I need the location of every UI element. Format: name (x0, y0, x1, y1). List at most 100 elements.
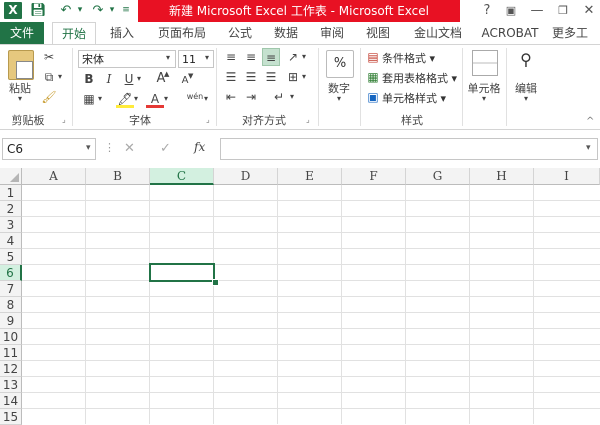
font-launcher-icon[interactable]: ⌟ (206, 116, 214, 124)
insert-function-icon[interactable]: fx (194, 140, 205, 154)
fill-color-dropdown-icon[interactable]: ▾ (134, 94, 138, 103)
tab-acrobat[interactable]: ACROBAT (478, 22, 542, 44)
align-left-icon[interactable]: ☰ (222, 68, 240, 86)
cells-dropdown-icon[interactable]: ▾ (478, 94, 490, 103)
row-header-7[interactable]: 7 (0, 281, 22, 297)
fill-handle[interactable] (212, 279, 219, 286)
clipboard-launcher-icon[interactable]: ⌟ (62, 116, 70, 124)
column-header-d[interactable]: D (214, 168, 278, 185)
borders-icon[interactable]: ▦ (80, 90, 98, 108)
name-box-dropdown-icon[interactable]: ▾ (86, 143, 91, 153)
borders-dropdown-icon[interactable]: ▾ (98, 94, 102, 103)
phonetic-guide-icon[interactable]: wén (184, 88, 206, 106)
fill-color-icon[interactable]: 🖊︎ (116, 90, 134, 108)
column-header-f[interactable]: F (342, 168, 406, 185)
decrease-indent-icon[interactable]: ⇤ (222, 88, 240, 106)
tab-jinshan[interactable]: 金山文档 (408, 22, 468, 44)
paste-icon[interactable] (8, 50, 34, 80)
column-header-b[interactable]: B (86, 168, 150, 185)
cell-styles-icon[interactable]: ▣ (364, 88, 382, 106)
merge-center-icon[interactable]: ⊞ (284, 68, 302, 86)
enter-icon[interactable]: ✓ (160, 141, 171, 156)
formula-input[interactable] (220, 138, 598, 160)
ribbon-display-icon[interactable]: ▣ (500, 1, 522, 21)
row-header-1[interactable]: 1 (0, 185, 22, 201)
font-color-dropdown-icon[interactable]: ▾ (164, 94, 168, 103)
italic-button[interactable]: I (100, 70, 118, 88)
tab-more[interactable]: 更多工 (552, 22, 600, 44)
editing-dropdown-icon[interactable]: ▾ (520, 94, 532, 103)
align-right-icon[interactable]: ☰ (262, 68, 280, 86)
name-box[interactable]: C6 (2, 138, 96, 160)
copy-icon[interactable]: ⧉ (40, 68, 58, 86)
format-as-table-icon[interactable]: ▦ (364, 68, 382, 86)
underline-dropdown-icon[interactable]: ▾ (137, 74, 141, 83)
customize-qat-icon[interactable]: ≡ (118, 2, 134, 19)
column-header-a[interactable]: A (22, 168, 86, 185)
copy-dropdown-icon[interactable]: ▾ (58, 72, 62, 81)
undo-dropdown-icon[interactable]: ▾ (72, 2, 88, 19)
column-header-e[interactable]: E (278, 168, 342, 185)
bold-button[interactable]: B (80, 70, 98, 88)
conditional-format-icon[interactable]: ▤ (364, 48, 382, 66)
cut-icon[interactable]: ✂ (40, 48, 58, 66)
underline-button[interactable]: U (120, 70, 138, 88)
row-header-10[interactable]: 10 (0, 329, 22, 345)
row-header-8[interactable]: 8 (0, 297, 22, 313)
orientation-icon[interactable]: ↗ (284, 48, 302, 66)
orientation-dropdown-icon[interactable]: ▾ (302, 52, 306, 61)
formula-bar-grip-icon[interactable]: ⋮ (104, 141, 115, 154)
minimize-icon[interactable]: — (526, 1, 548, 21)
wrap-dropdown-icon[interactable]: ▾ (290, 92, 294, 101)
alignment-launcher-icon[interactable]: ⌟ (306, 116, 314, 124)
font-name-dropdown-icon[interactable]: ▾ (166, 53, 170, 62)
tab-file[interactable]: 文件 (0, 22, 44, 44)
percent-icon[interactable]: % (326, 50, 354, 78)
row-header-11[interactable]: 11 (0, 345, 22, 361)
cancel-icon[interactable]: ✕ (124, 141, 135, 156)
paste-dropdown-icon[interactable]: ▾ (14, 94, 26, 103)
row-header-3[interactable]: 3 (0, 217, 22, 233)
tab-formulas[interactable]: 公式 (222, 22, 258, 44)
cell-styles-button[interactable]: 单元格样式 ▾ (382, 90, 446, 106)
column-header-g[interactable]: G (406, 168, 470, 185)
row-header-12[interactable]: 12 (0, 361, 22, 377)
conditional-format-button[interactable]: 条件格式 ▾ (382, 50, 435, 66)
restore-icon[interactable]: ❐ (552, 1, 574, 21)
wrap-text-icon[interactable]: ↵ (270, 88, 288, 106)
help-icon[interactable]: ? (476, 1, 498, 21)
font-color-icon[interactable]: A (146, 90, 164, 108)
tab-insert[interactable]: 插入 (104, 22, 140, 44)
number-dropdown-icon[interactable]: ▾ (333, 94, 345, 103)
align-center-icon[interactable]: ☰ (242, 68, 260, 86)
tab-page-layout[interactable]: 页面布局 (152, 22, 212, 44)
close-icon[interactable]: ✕ (578, 1, 600, 21)
increase-indent-icon[interactable]: ⇥ (242, 88, 260, 106)
merge-dropdown-icon[interactable]: ▾ (302, 72, 306, 81)
format-as-table-button[interactable]: 套用表格格式 ▾ (382, 70, 457, 86)
row-header-9[interactable]: 9 (0, 313, 22, 329)
row-header-6[interactable]: 6 (0, 265, 22, 281)
row-header-2[interactable]: 2 (0, 201, 22, 217)
row-header-14[interactable]: 14 (0, 393, 22, 409)
row-header-15[interactable]: 15 (0, 409, 22, 425)
tab-view[interactable]: 视图 (360, 22, 396, 44)
phonetic-dropdown-icon[interactable]: ▾ (204, 94, 208, 103)
row-header-4[interactable]: 4 (0, 233, 22, 249)
active-cell-c6[interactable] (149, 263, 215, 282)
tab-review[interactable]: 审阅 (314, 22, 350, 44)
align-top-icon[interactable]: ≡ (222, 48, 240, 66)
align-bottom-icon[interactable]: ≡ (262, 48, 280, 66)
find-binoculars-icon[interactable]: ⚲ (514, 48, 538, 72)
font-name-box[interactable]: 宋体 (78, 50, 176, 68)
font-size-dropdown-icon[interactable]: ▾ (205, 53, 209, 62)
format-painter-icon[interactable]: 🖌︎ (40, 88, 58, 106)
column-header-c[interactable]: C (150, 168, 214, 185)
expand-formula-bar-icon[interactable]: ▾ (586, 143, 591, 153)
column-header-h[interactable]: H (470, 168, 534, 185)
tab-home[interactable]: 开始 (52, 22, 96, 44)
row-header-5[interactable]: 5 (0, 249, 22, 265)
select-all-button[interactable] (0, 168, 22, 185)
save-icon[interactable]: 💾︎ (30, 2, 47, 19)
row-header-13[interactable]: 13 (0, 377, 22, 393)
